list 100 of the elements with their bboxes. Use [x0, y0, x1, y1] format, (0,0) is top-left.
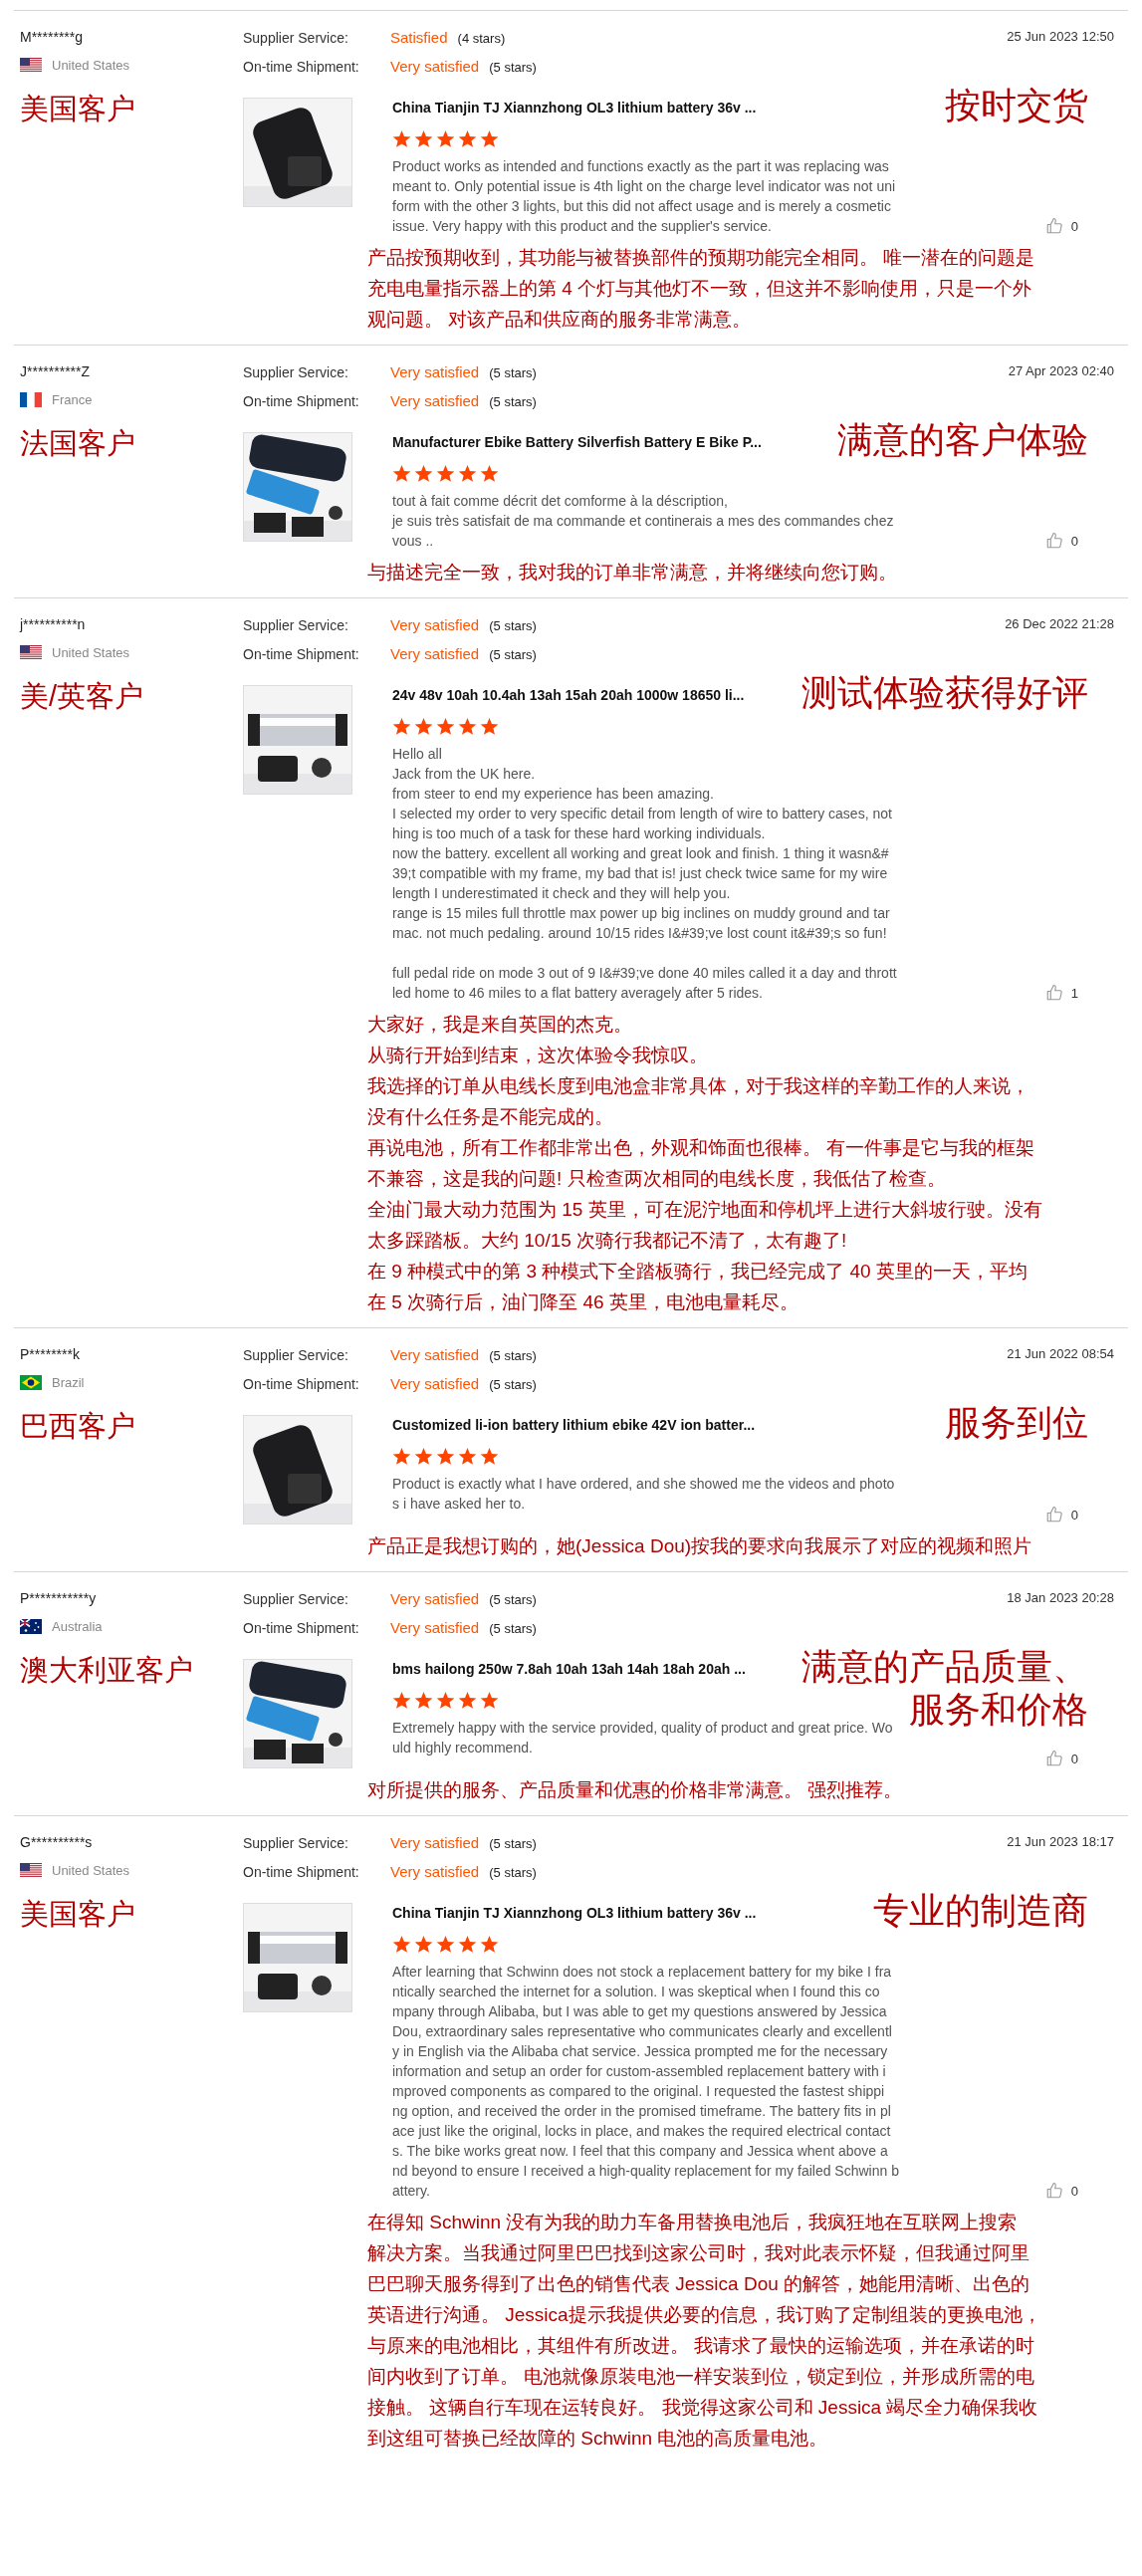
review-text: Product is exactly what I have ordered, and she showed me the videos and photo s i have asked her to.: [392, 1475, 895, 1514]
star-icon: [414, 718, 433, 736]
country-name: Brazil: [52, 1374, 85, 1392]
rating-stars-text: (5 stars): [489, 1347, 537, 1365]
thumbs-up-icon[interactable]: [1044, 1750, 1063, 1768]
product-title[interactable]: 24v 48v 10ah 10.4ah 13ah 15ah 20ah 1000w 18650 li...: [392, 685, 745, 706]
rating-label: On-time Shipment:: [243, 1618, 360, 1638]
flag-icon: [20, 1619, 42, 1635]
product-title[interactable]: China Tianjin TJ Xiannzhong OL3 lithium battery 36v ...: [392, 98, 757, 118]
region-label: 美国客户: [20, 1896, 136, 1932]
star-icon: [436, 130, 455, 148]
region-label: 法国客户: [20, 425, 136, 461]
star-icon: [436, 1448, 455, 1466]
buyer-name: G**********s: [20, 1833, 94, 1852]
star-icon: [480, 1936, 499, 1954]
rating-stars-text: (4 stars): [457, 30, 506, 48]
star-icon: [480, 130, 499, 148]
star-icon: [458, 1936, 477, 1954]
star-icon: [458, 1448, 477, 1466]
thumbs-up-icon[interactable]: [1044, 2182, 1063, 2201]
rating-value: Very satisfied: [390, 362, 480, 382]
rating-value: Very satisfied: [390, 615, 480, 635]
product-title[interactable]: Customized li-ion battery lithium ebike 42V ion batter...: [392, 1415, 756, 1436]
like-count: 0: [1070, 217, 1078, 236]
star-icon: [480, 465, 499, 483]
buyer-name: J**********Z: [20, 362, 92, 381]
thumbs-up-icon[interactable]: [1044, 532, 1063, 551]
buyer-name: M********g: [20, 28, 85, 47]
translation-text: 产品正是我想订购的，她(Jessica Dou)按我的要求向我展示了对应的视频和照片: [367, 1534, 1033, 1558]
review-date: 25 Jun 2023 12:50: [1007, 28, 1115, 46]
star-icon: [392, 1936, 411, 1954]
star-icon: [436, 1692, 455, 1710]
star-icon: [392, 1692, 411, 1710]
product-title[interactable]: China Tianjin TJ Xiannzhong OL3 lithium battery 36v ...: [392, 1903, 757, 1924]
like-count: 1: [1070, 984, 1078, 1003]
star-icon: [392, 465, 411, 483]
star-icon: [458, 1692, 477, 1710]
rating-label: On-time Shipment:: [243, 1374, 360, 1394]
review-text: Extremely happy with the service provided, quality of product and great price. Wo uld highly recommend.: [392, 1719, 893, 1757]
headline-annotation: 按时交货: [945, 84, 1088, 127]
rating-label: On-time Shipment:: [243, 57, 360, 77]
rating-stars-text: (5 stars): [489, 1619, 537, 1638]
star-icon: [436, 718, 455, 736]
star-icon: [392, 130, 411, 148]
translation-text: 与描述完全一致，我对我的订单非常满意，并将继续向您订购。: [367, 561, 898, 585]
region-label: 美国客户: [20, 91, 136, 126]
rating-value: Very satisfied: [390, 1589, 480, 1609]
thumbs-up-icon[interactable]: [1044, 217, 1063, 236]
rating-label: On-time Shipment:: [243, 644, 360, 664]
country-name: Australia: [52, 1618, 103, 1636]
country-name: France: [52, 391, 93, 409]
thumbs-up-icon[interactable]: [1044, 1506, 1063, 1524]
rating-label: Supplier Service:: [243, 363, 349, 382]
star-icon: [480, 1448, 499, 1466]
star-icon: [392, 1448, 411, 1466]
rating-value: Very satisfied: [390, 56, 480, 77]
review-date: 18 Jan 2023 20:28: [1007, 1589, 1115, 1607]
rating-stars-text: (5 stars): [489, 645, 537, 664]
review-date: 21 Jun 2022 08:54: [1007, 1345, 1115, 1363]
like-count: 0: [1070, 1506, 1078, 1524]
region-label: 澳大利亚客户: [20, 1652, 194, 1688]
translation-text: 对所提供的服务、产品质量和优惠的价格非常满意。 强烈推荐。: [367, 1778, 904, 1802]
star-icon: [414, 1936, 433, 1954]
star-icon: [436, 1936, 455, 1954]
product-title[interactable]: Manufacturer Ebike Battery Silverfish Battery E Bike P...: [392, 432, 762, 453]
review-text: Hello all Jack from the UK here. from steer to end my experience has been amazing. I selected my order to very specific detail from length of wire to battery cases, not hing is too much of a task for these hard working individuals. now the battery. excellent all working and great look and finish. 1 thing it wasn&# 39;t compatible with my frame, my bad that is! just check twice same for my wire length I underestimated it check and they will help you. range is 15 miles full throttle max power up big inclines on muddy ground and tar mac. not much pedaling. around 10/15 rides I&#39;ve lost count it&#39;s so fun!: [392, 745, 893, 943]
product-title[interactable]: bms hailong 250w 7.8ah 10ah 13ah 14ah 18ah 20ah ...: [392, 1659, 746, 1680]
rating-value: Very satisfied: [390, 1345, 480, 1365]
country-name: United States: [52, 1862, 130, 1880]
rating-value: Very satisfied: [390, 1861, 480, 1882]
flag-icon: [20, 1863, 42, 1879]
thumbs-up-icon[interactable]: [1044, 984, 1063, 1003]
review-text: tout à fait comme décrit det comforme à la déscription, je suis très satisfait de ma commande et continerais a mes des commandes chez vous ..: [392, 492, 894, 551]
rating-value: Very satisfied: [390, 1373, 480, 1394]
star-icon: [414, 130, 433, 148]
rating-stars-text: (5 stars): [489, 1375, 537, 1394]
flag-icon: [20, 1375, 42, 1391]
rating-stars-text: (5 stars): [489, 364, 537, 382]
like-count: 0: [1070, 1750, 1078, 1768]
translation-text: 大家好，我是来自英国的杰克。 从骑行开始到结束，这次体验令我惊叹。 我选择的订单从电线长度到电池盒非常具体，对于我这样的辛勤工作的人来说， 没有什么任务是不能完成的。 再说电池，所有工作都非常出色，外观和饰面也很棒。 有一件事是它与我的框架 不兼容，这是我的问题! 只检查两次相同的电线长度，我低估了检查。 全油门最大动力范围为 15 英里，可在泥泞地面和停机坪上进行大斜坡行驶。没有 太多踩踏板。大约 10/15 次骑行我都记不清了，太有趣了! 在 9 种模式中的第 3 种模式下全踏板骑行，我已经完成了 40 英里的一天，平均 在 5 次骑行后，油门降至 46 英里，电池电量耗尽。: [367, 1013, 1043, 1314]
like-count: 0: [1070, 532, 1078, 551]
star-icon: [480, 1692, 499, 1710]
star-icon: [414, 1448, 433, 1466]
rating-label: Supplier Service:: [243, 29, 349, 48]
rating-stars-text: (5 stars): [489, 1835, 537, 1853]
flag-icon: [20, 392, 42, 408]
review-text: Product works as intended and functions exactly as the part it was replacing was meant to. Only potential issue is 4th light on the charge level indicator was not uni form with the other 3 lights, but this did not affect usage and is merely a cosmetic issue. Very happy with this product and the supplier's service.: [392, 157, 896, 236]
star-icon: [414, 465, 433, 483]
star-icon: [392, 718, 411, 736]
flag-icon: [20, 645, 42, 661]
star-icon: [436, 465, 455, 483]
rating-stars-text: (5 stars): [489, 392, 537, 411]
flag-icon: [20, 58, 42, 74]
star-icon: [480, 718, 499, 736]
rating-stars-text: (5 stars): [489, 617, 537, 635]
buyer-name: P********k: [20, 1345, 81, 1364]
star-icon: [458, 718, 477, 736]
star-icon: [458, 130, 477, 148]
country-name: United States: [52, 57, 130, 75]
rating-label: Supplier Service:: [243, 1834, 349, 1853]
